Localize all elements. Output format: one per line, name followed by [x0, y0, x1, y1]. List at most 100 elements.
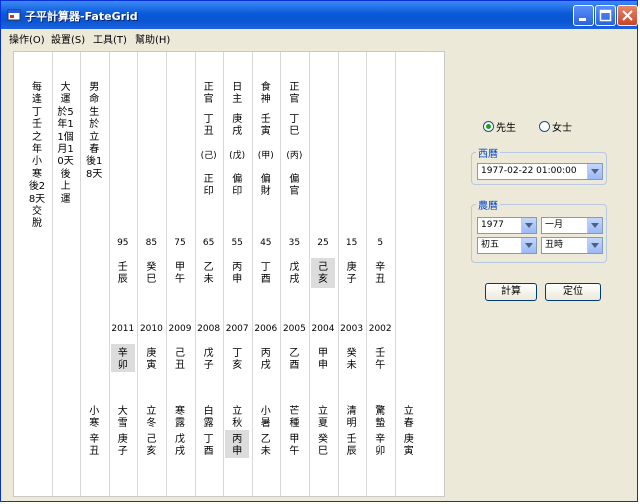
menu-operate[interactable]: 操作(O) [9, 31, 45, 46]
gregorian-datetime-select[interactable]: 1977-02-22 01:00:00 [477, 163, 603, 180]
note-column: 每逢丁壬之年小寒後28天交脫 [28, 82, 46, 230]
fate-grid[interactable]: 每逢丁壬之年小寒後28天交脫 大運於5年11個月10天後上運 男命生於立春後18天正… [13, 51, 445, 497]
dayun-ganzhi: 己亥 [318, 262, 328, 286]
lunar-day-select[interactable]: 初五 [477, 237, 537, 254]
locate-button[interactable]: 定位 [545, 283, 601, 301]
solar-term-ganzhi: 戊戌 [175, 434, 185, 458]
year-ganzhi: 丁亥 [232, 348, 243, 372]
dayun-age: 75 [174, 238, 186, 248]
pillar-god-top: 正官 [289, 82, 300, 106]
lunar-hour-select[interactable]: 丑時 [541, 237, 603, 254]
maximize-button[interactable] [595, 5, 616, 26]
pillar-god-top: 正官 [203, 82, 214, 106]
grid-divider [137, 52, 139, 496]
dayun-ganzhi: 癸巳 [146, 262, 157, 286]
radio-female[interactable]: 女士 [539, 119, 572, 134]
dayun-ganzhi: 甲午 [175, 262, 185, 286]
pillar-god-bottom: 偏財 [260, 174, 271, 198]
dayun-ganzhi: 辛丑 [375, 262, 386, 286]
pillar-stem: 丁 [289, 114, 300, 125]
close-icon [622, 10, 633, 21]
year-ganzhi: 壬午 [375, 348, 386, 372]
menu-tools[interactable]: 工具(T) [93, 31, 127, 46]
year-number: 2011 [111, 324, 135, 334]
lunar-year-select[interactable]: 1977 [477, 217, 537, 234]
dropdown-arrow-icon[interactable] [521, 218, 536, 233]
pillar-branch: 戌 [232, 126, 243, 137]
title-bar[interactable]: 子平計算器-FateGrid [1, 1, 638, 29]
solar-term-ganzhi: 辛卯 [375, 434, 386, 458]
dayun-age: 85 [145, 238, 158, 248]
grid-divider [337, 52, 339, 496]
grid-divider [280, 52, 282, 496]
year-ganzhi: 癸未 [346, 348, 357, 372]
pillar-branch: 巳 [289, 126, 300, 137]
solar-term-ganzhi: 甲午 [289, 434, 300, 458]
solar-term-ganzhi: 丁酉 [203, 434, 214, 458]
dropdown-arrow-icon[interactable] [521, 238, 536, 253]
year-number: 2003 [340, 324, 364, 334]
calculate-button[interactable]: 計算 [485, 283, 537, 301]
dayun-age: 25 [317, 238, 329, 248]
grid-divider [309, 52, 310, 496]
dayun-ganzhi: 壬辰 [117, 262, 128, 286]
radio-dot-male [483, 121, 494, 132]
dayun-age: 65 [202, 238, 215, 248]
radio-female-label: 女士 [552, 123, 572, 134]
minimize-button[interactable] [573, 5, 594, 26]
solar-term-ganzhi: 乙未 [260, 434, 271, 458]
pillar-god-top: 日主 [232, 82, 243, 106]
solar-term-ganzhi: 辛丑 [89, 434, 100, 458]
solar-term-name: 小暑 [260, 406, 271, 430]
grid-divider [166, 52, 167, 496]
lunar-month-select[interactable]: 一月 [541, 217, 603, 234]
year-ganzhi: 戊子 [203, 348, 214, 372]
solar-term-name: 立夏 [318, 406, 328, 430]
pillar-stem: 壬 [260, 114, 271, 125]
solar-term-ganzhi: 庚寅 [403, 434, 414, 458]
pillar-hidden-stem: (丙) [286, 151, 303, 161]
dayun-age: 15 [345, 238, 358, 248]
close-button[interactable] [617, 5, 638, 26]
pillar-branch: 寅 [260, 126, 271, 137]
radio-male-label: 先生 [496, 123, 516, 134]
solar-term-ganzhi: 壬辰 [346, 434, 357, 458]
year-ganzhi: 甲申 [318, 348, 328, 372]
dayun-age: 95 [117, 238, 129, 248]
radio-male[interactable]: 先生 [483, 119, 516, 134]
grid-divider [394, 52, 396, 496]
grid-divider [251, 52, 253, 496]
dropdown-arrow-icon[interactable] [587, 238, 602, 253]
dropdown-arrow-icon[interactable] [587, 164, 602, 179]
grid-divider [108, 52, 110, 496]
input-panel: 先生 女士 西曆 1977-02-22 01:00:00 農曆 1977 一月 … [447, 49, 635, 499]
pillar-stem: 丁 [203, 114, 214, 125]
minimize-icon [579, 18, 586, 21]
dayun-ganzhi: 庚子 [346, 262, 357, 286]
solar-term-ganzhi: 庚子 [117, 434, 128, 458]
year-number: 2009 [168, 324, 192, 334]
pillar-hidden-stem: (己) [200, 151, 217, 161]
year-number: 2008 [197, 324, 221, 334]
app-window: 子平計算器-FateGrid 操作(O) 設置(S) 工具(T) 幫助(H) 每… [0, 0, 638, 502]
pillar-god-bottom: 正印 [203, 174, 214, 198]
year-number: 2002 [368, 324, 392, 334]
year-number: 2005 [282, 324, 306, 334]
year-ganzhi: 己丑 [175, 348, 185, 372]
solar-term-name: 芒種 [289, 406, 300, 430]
year-number: 2007 [225, 324, 249, 334]
grid-divider [80, 52, 82, 496]
solar-term-name: 寒露 [175, 406, 185, 430]
dropdown-arrow-icon[interactable] [587, 218, 602, 233]
app-icon [7, 9, 21, 21]
menu-settings[interactable]: 設置(S) [51, 31, 85, 46]
dayun-age: 45 [260, 238, 272, 248]
pillar-branch: 丑 [203, 126, 214, 137]
year-number: 2006 [254, 324, 278, 334]
menu-help[interactable]: 幫助(H) [135, 31, 170, 46]
grid-divider [51, 52, 53, 496]
dayun-ganzhi: 丙申 [232, 262, 243, 286]
pillar-god-bottom: 偏印 [232, 174, 243, 198]
dayun-age: 5 [377, 238, 384, 248]
solar-term-name: 白露 [203, 406, 214, 430]
